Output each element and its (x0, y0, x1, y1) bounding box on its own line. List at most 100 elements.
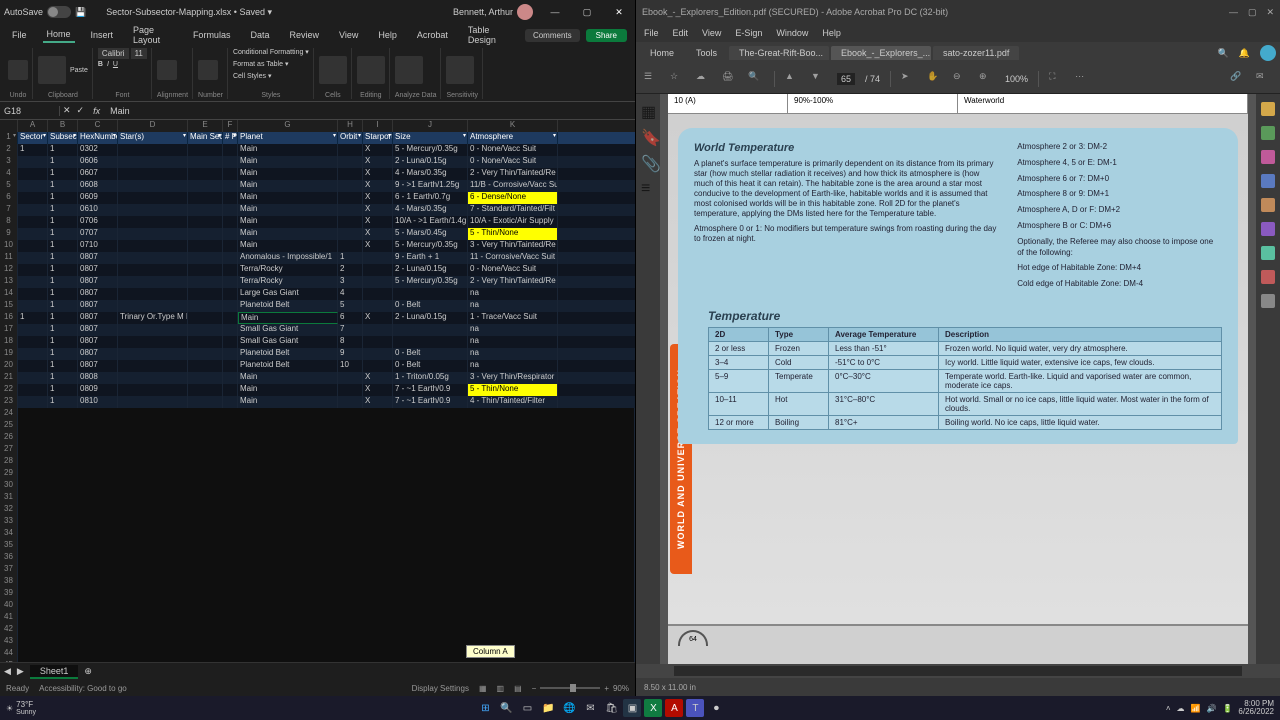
tray-onedrive-icon[interactable]: ☁ (1177, 704, 1185, 713)
table-row[interactable]: 410607MainX4 - Mars/0.35g2 - Very Thin/T… (0, 168, 635, 180)
ac-close[interactable]: ✕ (1266, 7, 1274, 18)
empty-row[interactable]: 29 (0, 468, 635, 480)
bell-icon[interactable]: 🔔 (1239, 48, 1250, 59)
layers-icon[interactable]: ≡ (641, 180, 655, 194)
zoom-in-icon[interactable]: + (604, 684, 609, 693)
table-row[interactable]: 310606MainX2 - Luna/0.15g0 - None/Vacc S… (0, 156, 635, 168)
tab-help[interactable]: Help (374, 28, 401, 42)
tab-home[interactable]: Home (43, 27, 75, 43)
table-row[interactable]: 610609MainX6 - 1 Earth/0.7g6 - Dense/Non… (0, 192, 635, 204)
pointer-icon[interactable]: ➤ (901, 71, 917, 87)
formula-input[interactable]: Main (106, 106, 635, 116)
table-row[interactable]: 1410807Large Gas Giant4na (0, 288, 635, 300)
empty-row[interactable]: 41 (0, 612, 635, 624)
tab-view[interactable]: View (335, 28, 362, 42)
page-up-icon[interactable]: ▲ (785, 71, 801, 87)
share-button[interactable]: Share (586, 29, 627, 42)
view-break-icon[interactable]: ▤ (514, 684, 522, 693)
conditional-formatting[interactable]: Conditional Formatting ▾ (233, 48, 309, 56)
editing-icon[interactable] (357, 56, 385, 84)
spreadsheet-grid[interactable]: AB CD EF GH IJ K 1 SectorSubsector HexNu… (0, 120, 635, 662)
undo-icon[interactable] (8, 60, 28, 80)
table-row[interactable]: 710610MainX4 - Mars/0.35g7 - Standard/Ta… (0, 204, 635, 216)
empty-row[interactable]: 36 (0, 552, 635, 564)
table-headers[interactable]: 1 SectorSubsector HexNumberStar(s) Main … (0, 132, 635, 144)
sheet-nav-right[interactable]: ▶ (17, 666, 24, 677)
table-row[interactable]: 16110807Trinary Or.Type M Red 10Main6X2 … (0, 312, 635, 324)
empty-row[interactable]: 44 (0, 648, 635, 660)
empty-row[interactable]: 39 (0, 588, 635, 600)
cells-icon[interactable] (319, 56, 347, 84)
empty-row[interactable]: 35 (0, 540, 635, 552)
table-row[interactable]: 1810807Small Gas Giant8na (0, 336, 635, 348)
empty-row[interactable]: 34 (0, 528, 635, 540)
empty-row[interactable]: 26 (0, 432, 635, 444)
tool-fill-sign[interactable] (1261, 222, 1275, 236)
empty-row[interactable]: 25 (0, 420, 635, 432)
menu-view[interactable]: View (702, 28, 721, 38)
tool-create[interactable] (1261, 102, 1275, 116)
taskbar-weather[interactable]: ☀ 73°F Sunny (6, 700, 36, 716)
menu-edit[interactable]: Edit (673, 28, 689, 38)
minimize-button[interactable]: — (543, 7, 567, 18)
tray-wifi-icon[interactable]: 📶 (1191, 704, 1201, 713)
table-row[interactable]: 2310810MainX7 - ~1 Earth/0.94 - Thin/Tai… (0, 396, 635, 408)
search-tool-icon[interactable]: 🔍 (748, 71, 764, 87)
table-row[interactable]: 810706MainX10/A - >1 Earth/1.4g10/A - Ex… (0, 216, 635, 228)
tab-formulas[interactable]: Formulas (189, 28, 235, 42)
excel-filename[interactable]: Sector-Subsector-Mapping.xlsx • Saved ▾ (106, 7, 272, 18)
tool-export[interactable] (1261, 126, 1275, 140)
zoom-out-icon[interactable]: − (532, 684, 537, 693)
view-normal-icon[interactable]: ▦ (479, 684, 487, 693)
table-row[interactable]: 1710807Small Gas Giant7na (0, 324, 635, 336)
table-row[interactable]: 2110302MainX5 - Mercury/0.35g0 - None/Va… (0, 144, 635, 156)
more-icon[interactable]: ⋯ (1075, 71, 1091, 87)
app-icon[interactable]: ▣ (623, 699, 641, 717)
sidebar-toggle-icon[interactable]: ☰ (644, 71, 660, 87)
analyze-icon[interactable] (395, 56, 423, 84)
table-row[interactable]: 2110808MainX1 - Triton/0.05g3 - Very Thi… (0, 372, 635, 384)
tool-protect[interactable] (1261, 270, 1275, 284)
sheet-tab[interactable]: Sheet1 (30, 665, 79, 679)
doc-tab-1[interactable]: The-Great-Rift-Boo... (729, 46, 829, 60)
font-size[interactable]: 11 (131, 48, 147, 59)
search-icon[interactable]: 🔍 (1218, 48, 1229, 59)
acrobat-avatar[interactable] (1260, 45, 1276, 61)
empty-row[interactable]: 43 (0, 636, 635, 648)
tray-battery-icon[interactable]: 🔋 (1222, 704, 1232, 713)
excel-taskbar-icon[interactable]: X (644, 699, 662, 717)
acrobat-hscroll[interactable] (674, 666, 1242, 676)
menu-window[interactable]: Window (776, 28, 808, 38)
explorer-icon[interactable]: 📁 (539, 699, 557, 717)
save-icon[interactable]: 💾 (75, 7, 86, 18)
email-icon[interactable]: ✉ (1256, 71, 1272, 87)
column-headers[interactable]: AB CD EF GH IJ K (0, 120, 635, 132)
table-row[interactable]: 1910807Planetoid Belt90 - Beltna (0, 348, 635, 360)
name-box[interactable]: G18 (0, 106, 60, 116)
hand-icon[interactable]: ✋ (927, 71, 943, 87)
number-icon[interactable] (198, 60, 218, 80)
empty-row[interactable]: 28 (0, 456, 635, 468)
display-settings[interactable]: Display Settings (412, 684, 469, 693)
obs-icon[interactable]: ⏺ (707, 699, 725, 717)
acrobat-taskbar-icon[interactable]: A (665, 699, 683, 717)
tab-review[interactable]: Review (285, 28, 323, 42)
fit-icon[interactable]: ⛶ (1049, 71, 1065, 87)
maximize-button[interactable]: ▢ (575, 7, 599, 18)
bold-icon[interactable]: B (98, 61, 103, 68)
close-button[interactable]: ✕ (607, 7, 631, 18)
mail-icon[interactable]: ✉ (581, 699, 599, 717)
tab-page-layout[interactable]: Page Layout (129, 23, 177, 47)
taskview-icon[interactable]: ▭ (518, 699, 536, 717)
tab-table-design[interactable]: Table Design (464, 23, 513, 47)
paste-icon[interactable] (38, 56, 66, 84)
tab-data[interactable]: Data (246, 28, 273, 42)
cloud-icon[interactable]: ☁ (696, 71, 712, 87)
ac-maximize[interactable]: ▢ (1248, 7, 1257, 18)
align-icon[interactable] (157, 60, 177, 80)
table-row[interactable]: 1210807Terra/Rocky22 - Luna/0.15g0 - Non… (0, 264, 635, 276)
empty-row[interactable]: 37 (0, 564, 635, 576)
tool-comment[interactable] (1261, 174, 1275, 188)
zoom-in-tool-icon[interactable]: ⊕ (979, 71, 995, 87)
pdf-viewport[interactable]: 10 (A) 90%-100% Waterworld WORLD AND UNI… (660, 94, 1256, 664)
